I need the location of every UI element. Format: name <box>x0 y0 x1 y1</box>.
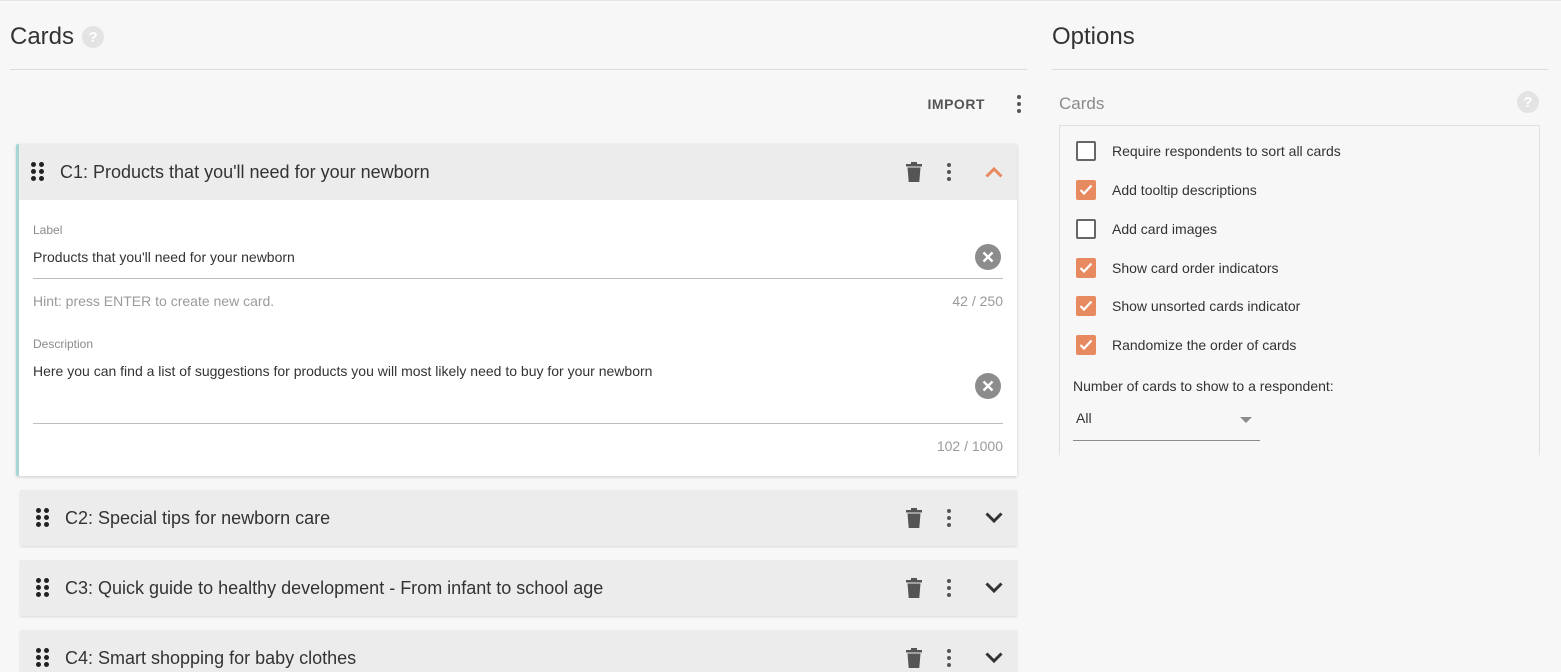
option-label: Show unsorted cards indicator <box>1112 298 1301 314</box>
card-header[interactable]: C1: Products that you'll need for your n… <box>19 144 1017 200</box>
chevron-down-icon[interactable] <box>983 577 1005 599</box>
num-cards-select[interactable]: All <box>1073 401 1260 441</box>
chevron-down-icon[interactable] <box>983 647 1005 669</box>
cards-title-row: Cards ? <box>10 23 105 51</box>
divider <box>10 69 1027 70</box>
trash-icon[interactable] <box>903 161 925 183</box>
check-icon <box>1079 262 1093 274</box>
card-actions <box>903 490 1017 546</box>
description-input[interactable]: Here you can find a list of suggestions … <box>33 363 652 379</box>
trash-icon[interactable] <box>903 647 925 669</box>
option-label: Show card order indicators <box>1112 260 1279 276</box>
more-vert-icon[interactable] <box>941 577 957 599</box>
help-icon[interactable]: ? <box>1517 91 1539 113</box>
card-title: C3: Quick guide to healthy development -… <box>65 577 604 598</box>
check-icon <box>1079 184 1093 196</box>
card-header[interactable]: C3: Quick guide to healthy development -… <box>20 560 1017 616</box>
chevron-up-icon[interactable] <box>983 161 1005 183</box>
card-actions <box>903 630 1017 672</box>
checkbox[interactable] <box>1076 296 1096 316</box>
clear-icon[interactable] <box>975 244 1001 270</box>
options-panel: Options Cards ? Require respondents to s… <box>1052 1 1548 672</box>
more-vert-icon[interactable] <box>941 647 957 669</box>
drag-handle-icon[interactable] <box>31 162 45 182</box>
card-title: C1: Products that you'll need for your n… <box>60 161 430 182</box>
option-card-images[interactable]: Add card images <box>1076 219 1217 239</box>
drag-handle-icon[interactable] <box>36 648 50 668</box>
card-item-c1: C1: Products that you'll need for your n… <box>16 144 1017 476</box>
options-title: Options <box>1052 23 1135 50</box>
cards-panel: Cards ? IMPORT C1: Products that you'll … <box>10 1 1027 672</box>
select-value: All <box>1076 410 1092 426</box>
chevron-down-icon[interactable] <box>983 507 1005 529</box>
page-title: Cards <box>10 23 75 50</box>
check-icon <box>1079 339 1093 351</box>
label-char-counter: 42 / 250 <box>952 293 1003 309</box>
options-box: Require respondents to sort all cards Ad… <box>1059 125 1540 455</box>
checkbox[interactable] <box>1076 141 1096 161</box>
description-caption: Description <box>33 337 94 351</box>
trash-icon[interactable] <box>903 507 925 529</box>
checkbox[interactable] <box>1076 258 1096 278</box>
option-randomize-order[interactable]: Randomize the order of cards <box>1076 335 1296 355</box>
checkbox[interactable] <box>1076 180 1096 200</box>
label-underline <box>33 278 1003 279</box>
divider <box>1052 69 1548 70</box>
check-icon <box>1079 300 1093 312</box>
card-actions <box>903 560 1017 616</box>
option-unsorted-indicator[interactable]: Show unsorted cards indicator <box>1076 296 1300 316</box>
card-editor: Label Products that you'll need for your… <box>19 200 1017 476</box>
trash-icon[interactable] <box>903 577 925 599</box>
card-item-c4: C4: Smart shopping for baby clothes <box>20 630 1017 672</box>
option-require-sort-all[interactable]: Require respondents to sort all cards <box>1076 141 1341 161</box>
card-header[interactable]: C2: Special tips for newborn care <box>20 490 1017 546</box>
option-card-order-indicators[interactable]: Show card order indicators <box>1076 258 1279 278</box>
label-caption: Label <box>33 223 63 237</box>
cards-toolbar: IMPORT <box>928 93 1027 115</box>
card-title: C2: Special tips for newborn care <box>65 507 331 528</box>
label-input[interactable]: Products that you'll need for your newbo… <box>33 249 295 265</box>
card-item-c2: C2: Special tips for newborn care <box>20 490 1017 546</box>
checkbox[interactable] <box>1076 219 1096 239</box>
hint-text: Hint: press ENTER to create new card. <box>33 293 275 309</box>
num-cards-label: Number of cards to show to a respondent: <box>1073 378 1334 394</box>
drag-handle-icon[interactable] <box>36 578 50 598</box>
section-title: Cards <box>1059 94 1105 113</box>
card-title: C4: Smart shopping for baby clothes <box>65 647 357 668</box>
drag-handle-icon[interactable] <box>36 508 50 528</box>
checkbox[interactable] <box>1076 335 1096 355</box>
card-header[interactable]: C4: Smart shopping for baby clothes <box>20 630 1017 672</box>
option-label: Randomize the order of cards <box>1112 337 1297 353</box>
more-vert-icon[interactable] <box>941 507 957 529</box>
clear-icon[interactable] <box>975 373 1001 399</box>
card-item-c3: C3: Quick guide to healthy development -… <box>20 560 1017 616</box>
option-label: Require respondents to sort all cards <box>1112 143 1341 159</box>
caret-down-icon <box>1240 417 1252 423</box>
more-vert-icon[interactable] <box>1011 93 1027 115</box>
option-label: Add card images <box>1112 221 1218 237</box>
help-icon[interactable]: ? <box>82 26 105 48</box>
description-char-counter: 102 / 1000 <box>936 438 1003 454</box>
import-button[interactable]: IMPORT <box>928 96 985 112</box>
more-vert-icon[interactable] <box>941 161 957 183</box>
card-actions <box>903 144 1017 200</box>
option-tooltip-descriptions[interactable]: Add tooltip descriptions <box>1076 180 1257 200</box>
option-label: Add tooltip descriptions <box>1112 182 1257 198</box>
description-underline <box>33 423 1003 424</box>
